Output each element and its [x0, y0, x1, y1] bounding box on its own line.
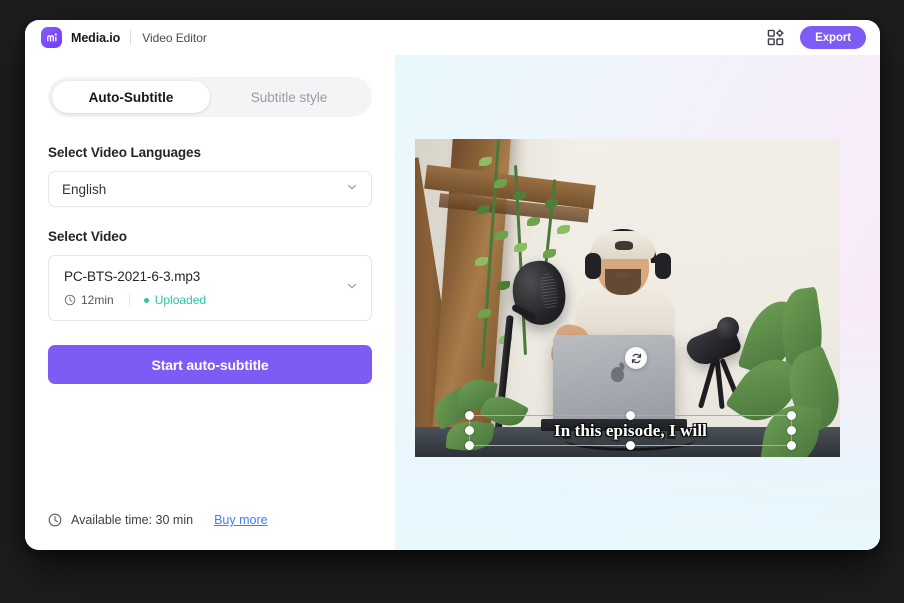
- tab-subtitle-style[interactable]: Subtitle style: [210, 81, 368, 113]
- template-grid-icon[interactable]: [767, 29, 784, 46]
- chevron-down-icon: [346, 279, 358, 297]
- preview-panel: In this episode, I will: [395, 55, 880, 550]
- resize-handle-bottom-left[interactable]: [465, 441, 474, 450]
- brand-name: Media.io: [71, 30, 121, 45]
- left-panel: Auto-Subtitle Subtitle style Select Vide…: [25, 55, 395, 550]
- video-scene-image: [415, 139, 840, 457]
- available-time-text: Available time: 30 min: [71, 513, 194, 527]
- panel-footer: Available time: 30 min Buy more: [48, 494, 372, 550]
- video-meta: 12min Uploaded: [64, 293, 346, 307]
- buy-more-link[interactable]: Buy more: [214, 513, 268, 527]
- video-meta-divider: [128, 294, 130, 306]
- video-duration-text: 12min: [81, 293, 114, 307]
- clock-icon: [64, 294, 76, 306]
- language-select-value: English: [62, 181, 107, 197]
- video-section-label: Select Video: [48, 229, 127, 244]
- tab-auto-subtitle[interactable]: Auto-Subtitle: [52, 81, 210, 113]
- clock-icon: [48, 513, 62, 527]
- export-button[interactable]: Export: [800, 26, 866, 49]
- language-select[interactable]: English: [48, 171, 372, 207]
- topbar: Media.io Video Editor Export: [25, 20, 880, 55]
- status-dot-icon: [143, 297, 149, 303]
- resize-handle-bottom-center[interactable]: [626, 441, 635, 450]
- video-file-name: PC-BTS-2021-6-3.mp3: [64, 269, 201, 284]
- app-window: Media.io Video Editor Export Auto-Subtit…: [25, 20, 880, 550]
- body: Auto-Subtitle Subtitle style Select Vide…: [25, 55, 880, 550]
- video-select-card[interactable]: PC-BTS-2021-6-3.mp3 12min Uploaded: [48, 255, 372, 321]
- app-section-label: Video Editor: [142, 30, 207, 45]
- rotate-refresh-icon[interactable]: [625, 347, 647, 369]
- tab-bar: Auto-Subtitle Subtitle style: [48, 77, 372, 117]
- video-duration: 12min: [64, 293, 114, 307]
- brand[interactable]: Media.io: [41, 27, 120, 48]
- resize-handle-top-center[interactable]: [626, 411, 635, 420]
- subtitle-text: In this episode, I will: [554, 420, 707, 440]
- start-auto-subtitle-button[interactable]: Start auto-subtitle: [48, 345, 372, 384]
- resize-handle-top-right[interactable]: [787, 411, 796, 420]
- resize-handle-top-left[interactable]: [465, 411, 474, 420]
- video-card-content: PC-BTS-2021-6-3.mp3 12min Uploaded: [64, 269, 346, 307]
- topbar-actions: Export: [767, 26, 866, 49]
- video-status: Uploaded: [143, 293, 207, 307]
- resize-handle-middle-right[interactable]: [787, 426, 796, 435]
- topbar-divider: [130, 30, 132, 45]
- chevron-down-icon: [346, 180, 358, 198]
- mediaio-logo-icon: [41, 27, 62, 48]
- language-section-label: Select Video Languages: [48, 145, 201, 160]
- resize-handle-bottom-right[interactable]: [787, 441, 796, 450]
- resize-handle-middle-left[interactable]: [465, 426, 474, 435]
- video-preview[interactable]: In this episode, I will: [415, 139, 840, 457]
- subtitle-selection-box[interactable]: In this episode, I will: [465, 411, 796, 450]
- video-status-text: Uploaded: [154, 293, 207, 307]
